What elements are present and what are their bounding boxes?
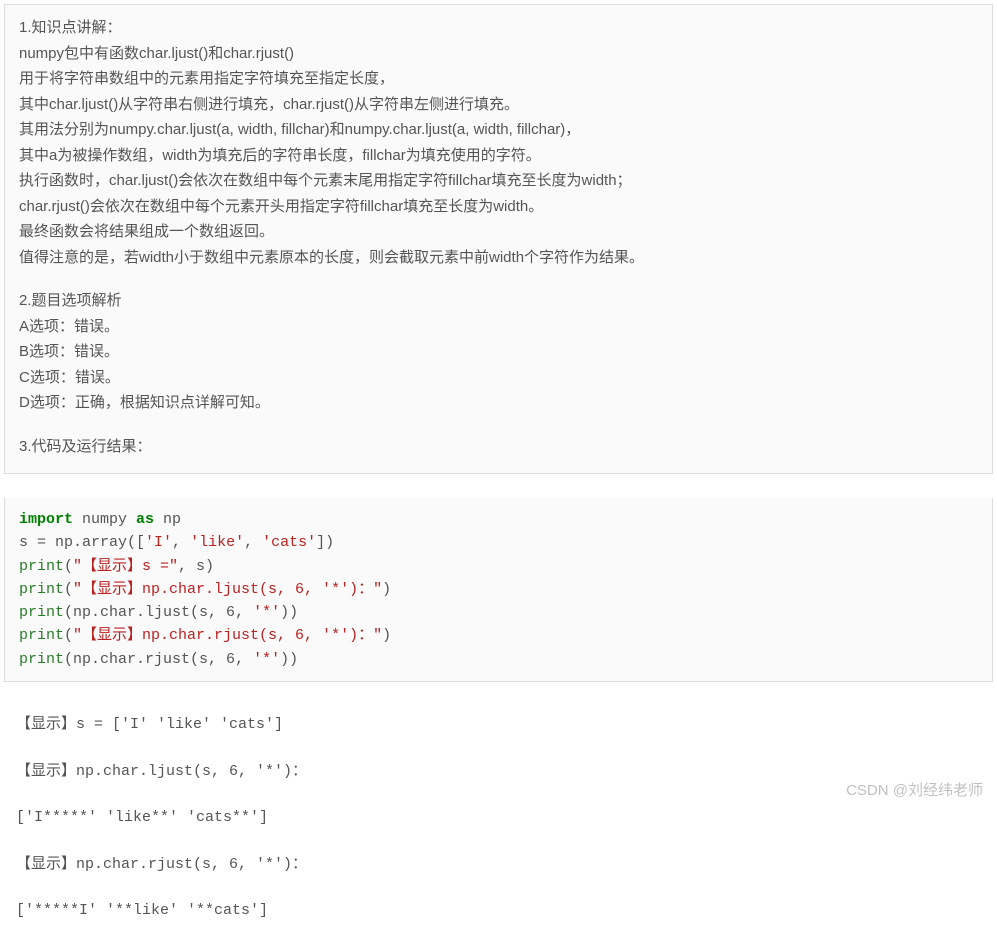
text-line: 其用法分别为numpy.char.ljust(a, width, fillcha… [19,117,978,143]
text-line: C选项：错误。 [19,365,978,391]
text-line: 3.代码及运行结果： [19,434,978,460]
code-text: (np.char.ljust(s, [64,604,226,621]
code-block: import numpy as np s = np.array(['I', 'l… [4,498,993,682]
output-line: 【显示】np.char.rjust(s, 6, '*')： [16,853,993,876]
watermark: CSDN @刘经纬老师 [846,778,983,804]
output-block: 【显示】s = ['I' 'like' 'cats'] 【显示】np.char.… [16,690,993,946]
function: print [19,558,64,575]
text-line: char.rjust()会依次在数组中每个元素开头用指定字符fillchar填充… [19,194,978,220]
output-line: ['*****I' '**like' '**cats'] [16,899,993,922]
output-line: ['I*****' 'like**' 'cats**'] [16,806,993,829]
number: 6 [226,651,235,668]
output-line: 【显示】s = ['I' 'like' 'cats'] [16,713,993,736]
text-line: D选项：正确，根据知识点详解可知。 [19,390,978,416]
code-line: print("【显示】np.char.rjust(s, 6, '*')：") [19,624,978,647]
text-line: A选项：错误。 [19,314,978,340]
code-text: , [235,651,253,668]
text-line: 1.知识点讲解： [19,15,978,41]
string: 'I' [145,534,172,551]
code-text: ( [64,581,73,598]
code-text: , [244,534,262,551]
text-line: B选项：错误。 [19,339,978,365]
code-text: ) [382,627,391,644]
text-line: 其中char.ljust()从字符串右侧进行填充，char.rjust()从字符… [19,92,978,118]
code-text: (np.char.rjust(s, [64,651,226,668]
function: print [19,581,64,598]
string: "【显示】np.char.rjust(s, 6, '*')：" [73,627,382,644]
code-text: numpy [73,511,136,528]
code-text: ]) [316,534,334,551]
code-text: , [235,604,253,621]
number: 6 [226,604,235,621]
code-line: print(np.char.ljust(s, 6, '*')) [19,601,978,624]
text-line: 最终函数会将结果组成一个数组返回。 [19,219,978,245]
code-text: )) [280,651,298,668]
code-line: s = np.array(['I', 'like', 'cats']) [19,531,978,554]
text-line: 其中a为被操作数组，width为填充后的字符串长度，fillchar为填充使用的… [19,143,978,169]
keyword: as [136,511,154,528]
string: '*' [253,651,280,668]
text-line: 用于将字符串数组中的元素用指定字符填充至指定长度， [19,66,978,92]
code-text: ( [64,627,73,644]
code-line: print(np.char.rjust(s, 6, '*')) [19,648,978,671]
string: 'like' [190,534,244,551]
function: print [19,627,64,644]
code-text: , [172,534,190,551]
function: print [19,604,64,621]
code-text: ( [64,558,73,575]
explanation-block: 1.知识点讲解： numpy包中有函数char.ljust()和char.rju… [4,4,993,474]
code-text: )) [280,604,298,621]
code-line: print("【显示】np.char.ljust(s, 6, '*')：") [19,578,978,601]
code-text: s = np.array([ [19,534,145,551]
text-line: numpy包中有函数char.ljust()和char.rjust() [19,41,978,67]
text-line: 2.题目选项解析 [19,288,978,314]
function: print [19,651,64,668]
code-line: import numpy as np [19,508,978,531]
string: "【显示】s =" [73,558,178,575]
keyword: import [19,511,73,528]
code-line: print("【显示】s =", s) [19,555,978,578]
string: "【显示】np.char.ljust(s, 6, '*')：" [73,581,382,598]
code-text: np [154,511,181,528]
text-line: 值得注意的是，若width小于数组中元素原本的长度，则会截取元素中前width个… [19,245,978,271]
string: 'cats' [262,534,316,551]
code-text: ) [382,581,391,598]
text-line: 执行函数时，char.ljust()会依次在数组中每个元素末尾用指定字符fill… [19,168,978,194]
code-text: , s) [178,558,214,575]
string: '*' [253,604,280,621]
